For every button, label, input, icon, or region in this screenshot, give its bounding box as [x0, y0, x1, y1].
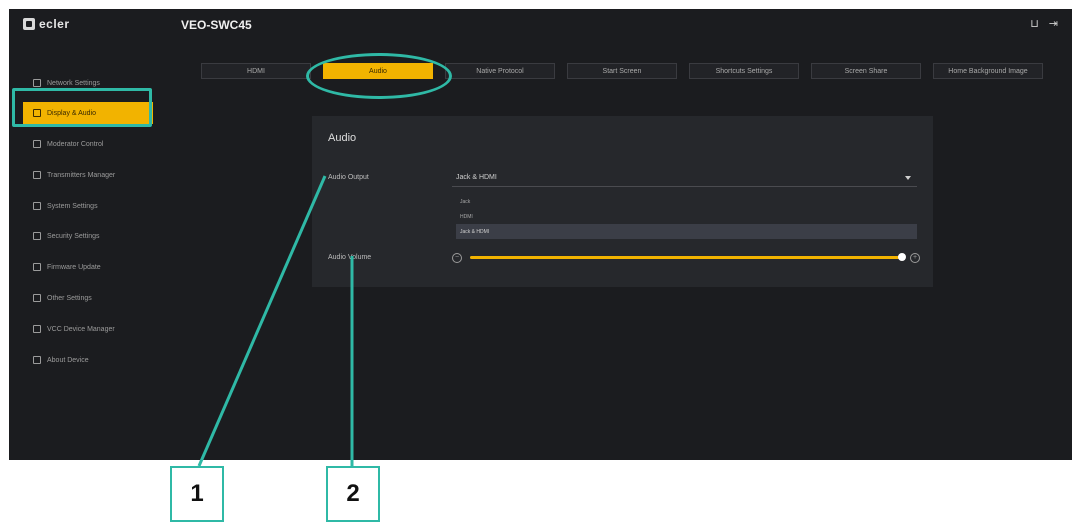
callout-lines — [197, 175, 354, 467]
callout-box-1: 1 — [170, 466, 224, 522]
callout-line-1 — [197, 175, 327, 467]
callout-box-2: 2 — [326, 466, 380, 522]
